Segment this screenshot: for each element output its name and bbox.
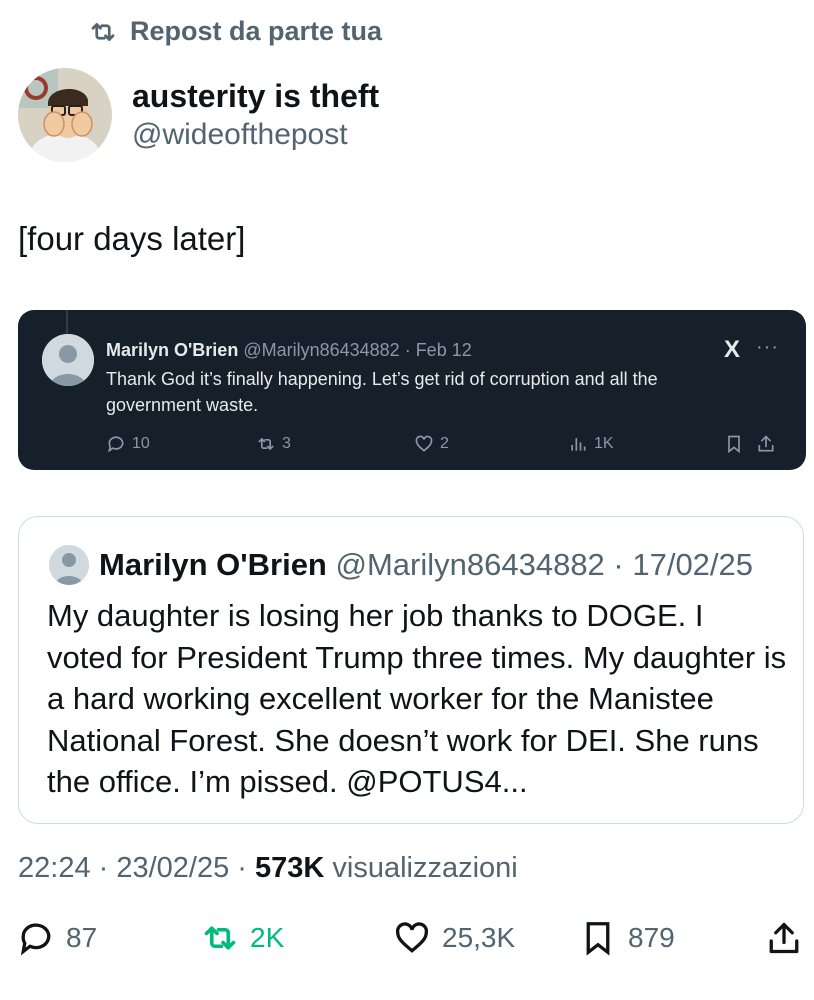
bookmark-count: 879 (628, 922, 675, 953)
embedded-view-count: 1K (594, 435, 614, 452)
embedded-views: 1K (568, 434, 614, 454)
heart-icon (395, 922, 429, 953)
embedded-screenshot[interactable]: Marilyn O'Brien @Marilyn86434882 · Feb 1… (18, 310, 806, 470)
reply-icon (20, 923, 51, 956)
views-icon (571, 438, 586, 451)
action-bar: 87 2K 25,3K 879 (18, 920, 808, 964)
share-button[interactable] (766, 920, 802, 956)
bookmark-icon (586, 922, 610, 956)
quote-meta: @Marilyn86434882 · 17/02/25 (335, 547, 754, 582)
quote-card[interactable]: Marilyn O'Brien @Marilyn86434882 · 17/02… (18, 516, 804, 824)
post-timestamp: 22:24 · 23/02/25 · 573K visualizzazioni (18, 852, 518, 885)
avatar[interactable] (18, 68, 112, 162)
embedded-actions: 10 3 2 1K (106, 434, 786, 460)
bookmark-button[interactable]: 879 (580, 920, 675, 956)
reply-count: 87 (66, 922, 98, 953)
thread-line (66, 310, 68, 334)
embedded-repost-count: 3 (282, 435, 291, 452)
views-label: visualizzazioni (324, 852, 518, 884)
embedded-like-count: 2 (440, 435, 449, 452)
repost-label: Repost da parte tua (130, 16, 383, 46)
quote-header: Marilyn O'Brien @Marilyn86434882 · 17/02… (99, 547, 753, 583)
embedded-reply: 10 (106, 434, 150, 454)
embedded-meta: @Marilyn86434882 · Feb 12 (243, 340, 472, 360)
repost-icon (91, 22, 115, 41)
repost-count: 2K (250, 922, 285, 953)
share-icon (769, 922, 799, 954)
post-text: [four days later] (18, 220, 246, 257)
like-count: 25,3K (442, 922, 516, 953)
reply-button[interactable]: 87 (18, 920, 97, 956)
reply-icon (108, 436, 124, 453)
repost-button[interactable]: 2K (202, 920, 284, 956)
embedded-header: Marilyn O'Brien @Marilyn86434882 · Feb 1… (106, 340, 472, 361)
quote-text: My daughter is losing her job thanks to … (47, 598, 787, 799)
repost-icon (258, 437, 274, 451)
embedded-share (756, 434, 776, 454)
like-button[interactable]: 25,3K (394, 920, 515, 956)
more-icon: ··· (756, 336, 779, 358)
author-handle[interactable]: @wideofthepost (132, 118, 348, 152)
embedded-bookmark (724, 434, 744, 454)
embedded-name: Marilyn O'Brien (106, 340, 239, 360)
author-name[interactable]: austerity is theft (132, 78, 379, 115)
heart-icon (415, 435, 433, 452)
embedded-like: 2 (414, 434, 449, 454)
default-avatar-icon (49, 545, 89, 585)
embedded-reply-count: 10 (132, 435, 150, 452)
view-count: 573K (255, 852, 325, 884)
share-icon (758, 435, 774, 452)
repost-icon (204, 926, 236, 950)
quote-name: Marilyn O'Brien (99, 547, 327, 582)
x-logo-icon: X (724, 336, 741, 363)
repost-indicator: Repost da parte tua (88, 16, 382, 47)
bookmark-icon (728, 435, 740, 454)
embedded-text: Thank God it’s finally happening. Let’s … (106, 369, 658, 415)
embedded-repost: 3 (256, 434, 291, 454)
timestamp-text: 22:24 · 23/02/25 · (18, 852, 255, 884)
default-avatar-icon (42, 334, 94, 386)
